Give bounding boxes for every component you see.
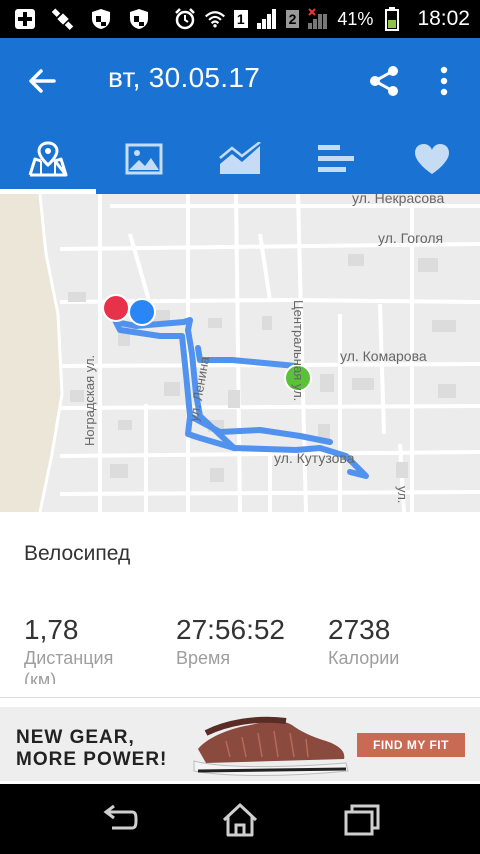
activity-type: Велосипед (24, 542, 131, 565)
stat-time-label: Время (176, 648, 231, 668)
street-label-gogolya: ул. Гоголя (378, 230, 444, 246)
street-label-komarova: ул. Комарова (340, 348, 427, 364)
shoe-image (193, 716, 349, 776)
divider (0, 697, 480, 698)
stat-calories-value: 2738 (328, 614, 391, 645)
back-nav-icon (103, 804, 138, 830)
stat-distance: 1,78 Дистанция (24, 614, 113, 669)
home-nav-button[interactable] (218, 802, 262, 838)
more-options-button[interactable] (432, 63, 456, 99)
sim1-badge: 1 (233, 10, 248, 28)
battery-percent: 41% (337, 8, 374, 29)
home-icon (222, 803, 258, 837)
stat-calories: 2738 Калории (328, 614, 399, 669)
stat-distance-unit: (км) (24, 670, 57, 684)
share-button[interactable] (364, 63, 404, 99)
position-marker (128, 298, 156, 326)
recents-nav-button[interactable] (340, 802, 384, 838)
stat-time: 27:56:52 Время (176, 614, 285, 669)
clock: 18:02 (417, 7, 470, 30)
recents-icon (344, 804, 380, 836)
tab-charts[interactable] (192, 124, 288, 194)
signal-icon (256, 8, 278, 30)
stat-time-value: 27:56:52 (176, 614, 285, 645)
satellite-icon (52, 8, 74, 30)
ad-headline-line2: MORE POWER! (16, 749, 168, 770)
alarm-icon (174, 8, 196, 30)
stat-distance-value: 1,78 (24, 614, 79, 645)
image-icon (125, 143, 163, 175)
ad-headline: NEW GEAR, MORE POWER! (16, 727, 167, 771)
back-nav-button[interactable] (98, 802, 142, 838)
shield-icon-2 (128, 8, 150, 30)
map-icon (28, 141, 68, 177)
more-vert-icon (440, 66, 448, 96)
street-label-nogradskaya: Ноградская ул. (82, 354, 97, 446)
tab-photos[interactable] (96, 124, 192, 194)
sim2-badge: 2 (285, 10, 300, 28)
plus-box-icon (14, 8, 36, 30)
heart-icon (415, 144, 449, 174)
no-signal-icon (307, 8, 329, 30)
bars-icon (318, 145, 354, 172)
page-title: вт, 30.05.17 (108, 62, 261, 93)
tab-bar (0, 124, 480, 194)
tab-map[interactable] (0, 124, 96, 194)
chart-icon (219, 142, 261, 174)
route-map[interactable]: ул. Некрасова ул. Гоголя ул. Комарова Це… (0, 194, 480, 512)
tab-heart[interactable] (384, 124, 480, 194)
street-label-edge: ул. (395, 486, 410, 504)
share-icon (370, 66, 398, 96)
navigation-bar (0, 784, 480, 854)
street-label-kutuzova: ул. Кутузова (274, 450, 355, 466)
ad-headline-line1: NEW GEAR, (16, 727, 135, 748)
find-my-fit-button[interactable]: FIND MY FIT (357, 733, 465, 757)
battery-icon (381, 7, 403, 31)
wifi-icon (204, 8, 226, 30)
stat-distance-label: Дистанция (24, 648, 114, 668)
street-label-tsentralnaya: Центральная ул. (291, 300, 306, 402)
stat-calories-label: Калории (328, 648, 400, 668)
status-bar: 1 2 41% 18:02 (0, 0, 480, 38)
shield-icon (90, 8, 112, 30)
tab-splits[interactable] (288, 124, 384, 194)
back-button[interactable] (24, 63, 60, 99)
ad-banner[interactable]: NEW GEAR, MORE POWER! FIND MY FIT (0, 707, 480, 781)
end-marker (102, 294, 130, 322)
street-label-nekrasova: ул. Некрасова (352, 194, 445, 206)
app-bar: вт, 30.05.17 (0, 38, 480, 124)
arrow-left-icon (29, 69, 56, 93)
